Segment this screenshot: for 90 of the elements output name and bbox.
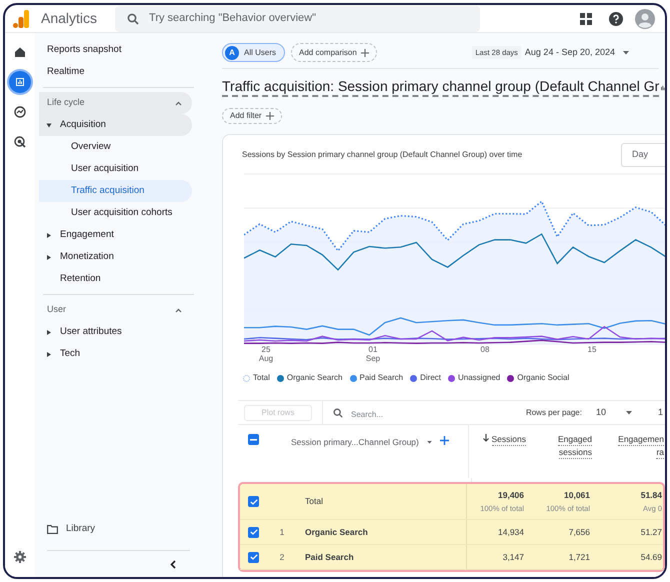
nav-item[interactable]: User acquisition cohorts [39,202,192,224]
axis-label: 01 [368,345,378,354]
nav-item[interactable]: Traffic acquisition [39,180,192,202]
table-search-field[interactable]: Search... [351,400,526,424]
table-cell: 54.69 [640,550,662,564]
table-cell: 14,934 [498,526,524,538]
nav-item[interactable]: Overview [39,136,192,158]
table-cell: Total [305,495,323,508]
apps-grid-icon[interactable] [580,12,592,24]
nav-item[interactable]: Tech [39,343,192,365]
checkmark-icon [250,498,258,504]
plus-icon [266,112,274,120]
page-number: 1 [658,406,663,419]
help-icon[interactable] [609,12,623,26]
chevron-icon[interactable] [175,308,182,312]
segment-chip[interactable]: A All Users [222,43,286,62]
collapse-chevron-icon[interactable] [170,560,176,568]
avatar-icon[interactable] [635,8,655,28]
table-cell: 3,147 [502,550,524,564]
nav-item[interactable]: Retention [39,268,192,290]
dropdown-caret-icon [626,410,632,414]
search-icon [127,12,140,24]
granularity-select[interactable]: Day [621,143,665,167]
legend-label[interactable]: Total [253,372,270,384]
legend-label[interactable]: Organic Search [286,372,342,384]
checkmark-icon [250,529,258,535]
table-cell: Organic Search [305,526,368,538]
row-index: 2 [278,550,286,564]
nav-item[interactable]: User attributes [39,321,192,343]
bar-chart-icon[interactable] [9,71,31,93]
section-header[interactable]: User [39,299,192,321]
analytics-logo-icon [13,10,29,28]
expand-triangle-icon[interactable] [47,330,51,334]
nav-item[interactable]: Monetization [39,246,192,268]
expand-triangle-icon[interactable] [47,122,51,128]
add-comparison-button[interactable]: Add comparison [291,43,377,62]
report-title: Traffic acquisition: Session primary channel group (Default Channel Gr [222,78,660,97]
checkbox[interactable] [248,434,259,445]
library-link[interactable]: Library [39,518,198,540]
table-cell: 51.27 [640,526,662,538]
axis-label: 25 [262,345,270,354]
axis-label: Sep [366,354,380,363]
product-name: Analytics [41,9,98,28]
table-cell: 1,721 [568,550,590,564]
table-cell: Paid Search [305,550,354,564]
column-header[interactable]: Engagemen ra [593,425,665,478]
dropdown-caret-icon[interactable] [623,50,629,54]
chart-title: Sessions by Session primary channel group (Default Channel Group) over time [242,149,522,161]
search-icon[interactable] [333,408,343,418]
row-index: 1 [278,526,286,538]
folder-icon [47,524,58,534]
axis-label: Aug [258,354,274,363]
dimension-column-header[interactable]: Session primary...Channel Group) [291,436,432,449]
column-header[interactable]: Sessions [469,425,527,478]
search-field[interactable]: Try searching "Behavior overview" [115,6,480,32]
add-filter-button[interactable]: Add filter [222,108,282,124]
plus-icon[interactable] [440,436,449,445]
column-header[interactable]: Engaged sessions [527,425,593,478]
sort-down-arrow-icon[interactable] [482,434,488,442]
expand-triangle-icon[interactable] [47,232,51,238]
table-cell: 51.84 [640,488,662,502]
table-cell: 10,061 [564,488,590,502]
date-range[interactable]: Aug 24 - Sep 20, 2024 [524,46,615,60]
dropdown-caret-icon [426,440,432,444]
nav-item[interactable]: Engagement [39,224,192,246]
legend-label[interactable]: Organic Social [517,372,570,384]
expand-triangle-icon[interactable] [47,254,51,260]
checkbox[interactable] [248,552,259,562]
legend-label[interactable]: Unassigned [458,372,500,384]
checkmark-icon [250,554,258,560]
nav-item[interactable]: User acquisition [39,158,192,180]
checkbox[interactable] [248,526,259,538]
rows-per-page-label: Rows per page: [526,406,582,418]
section-header[interactable]: Life cycle [39,92,192,114]
checkbox[interactable] [248,496,259,507]
plus-icon [360,48,369,56]
nav-item[interactable]: Reports snapshot [39,39,192,61]
nav-item[interactable]: Acquisition [39,114,192,136]
axis-label: 08 [480,345,490,354]
nav-item[interactable]: Realtime [39,61,192,83]
chevron-icon[interactable] [175,100,182,106]
legend-label[interactable]: Direct [420,372,441,384]
rows-per-page-select[interactable]: 10 [596,406,632,420]
settings-icon[interactable] [14,551,26,563]
legend-label[interactable]: Paid Search [360,372,404,384]
expand-triangle-icon[interactable] [47,352,51,356]
axis-label: 15 [588,345,596,354]
minus-icon [250,438,257,440]
table-cell: 7,656 [568,526,590,538]
table-cell: 19,406 [498,488,524,502]
